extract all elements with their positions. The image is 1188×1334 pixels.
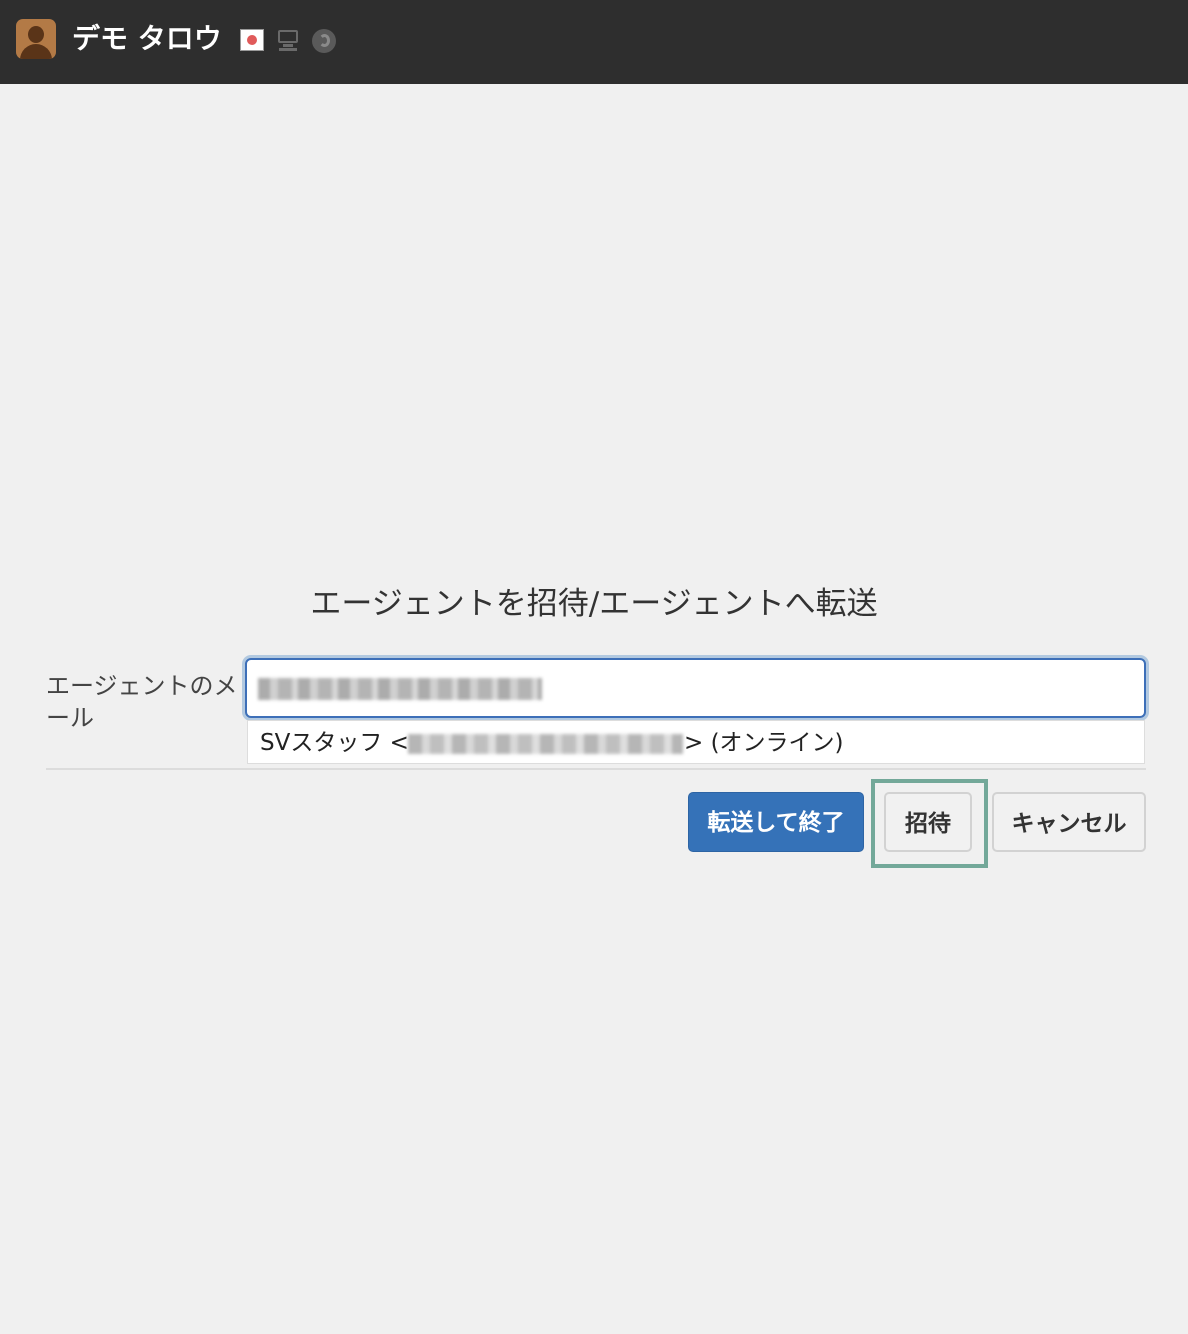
autocomplete-list: SVスタッフ < > (オンライン) [247, 720, 1145, 764]
autocomplete-suggestion[interactable]: SVスタッフ < > (オンライン) [248, 721, 1144, 763]
transfer-and-end-button[interactable]: 転送して終了 [688, 792, 864, 852]
suggestion-status: > (オンライン) [684, 730, 844, 756]
agent-email-label: エージェントのメール [46, 672, 238, 732]
agent-email-input[interactable] [245, 658, 1146, 718]
japan-flag-icon [240, 29, 264, 51]
avatar-head [28, 26, 44, 43]
cancel-button[interactable]: キャンセル [992, 792, 1146, 852]
desktop-monitor-icon [277, 30, 301, 52]
suggestion-name: SVスタッフ < [260, 730, 409, 756]
divider [46, 768, 1146, 770]
top-bar: デモ タロウ [0, 0, 1188, 84]
user-name: デモ タロウ [72, 22, 222, 55]
flag-dot [247, 35, 257, 45]
firefox-browser-icon [312, 29, 336, 53]
redacted-suggestion-email [408, 734, 683, 754]
dialog-title: エージェントを招待/エージェントへ転送 [310, 586, 878, 622]
avatar[interactable] [16, 19, 56, 59]
avatar-shoulders [20, 44, 52, 59]
invite-button[interactable]: 招待 [884, 792, 972, 852]
